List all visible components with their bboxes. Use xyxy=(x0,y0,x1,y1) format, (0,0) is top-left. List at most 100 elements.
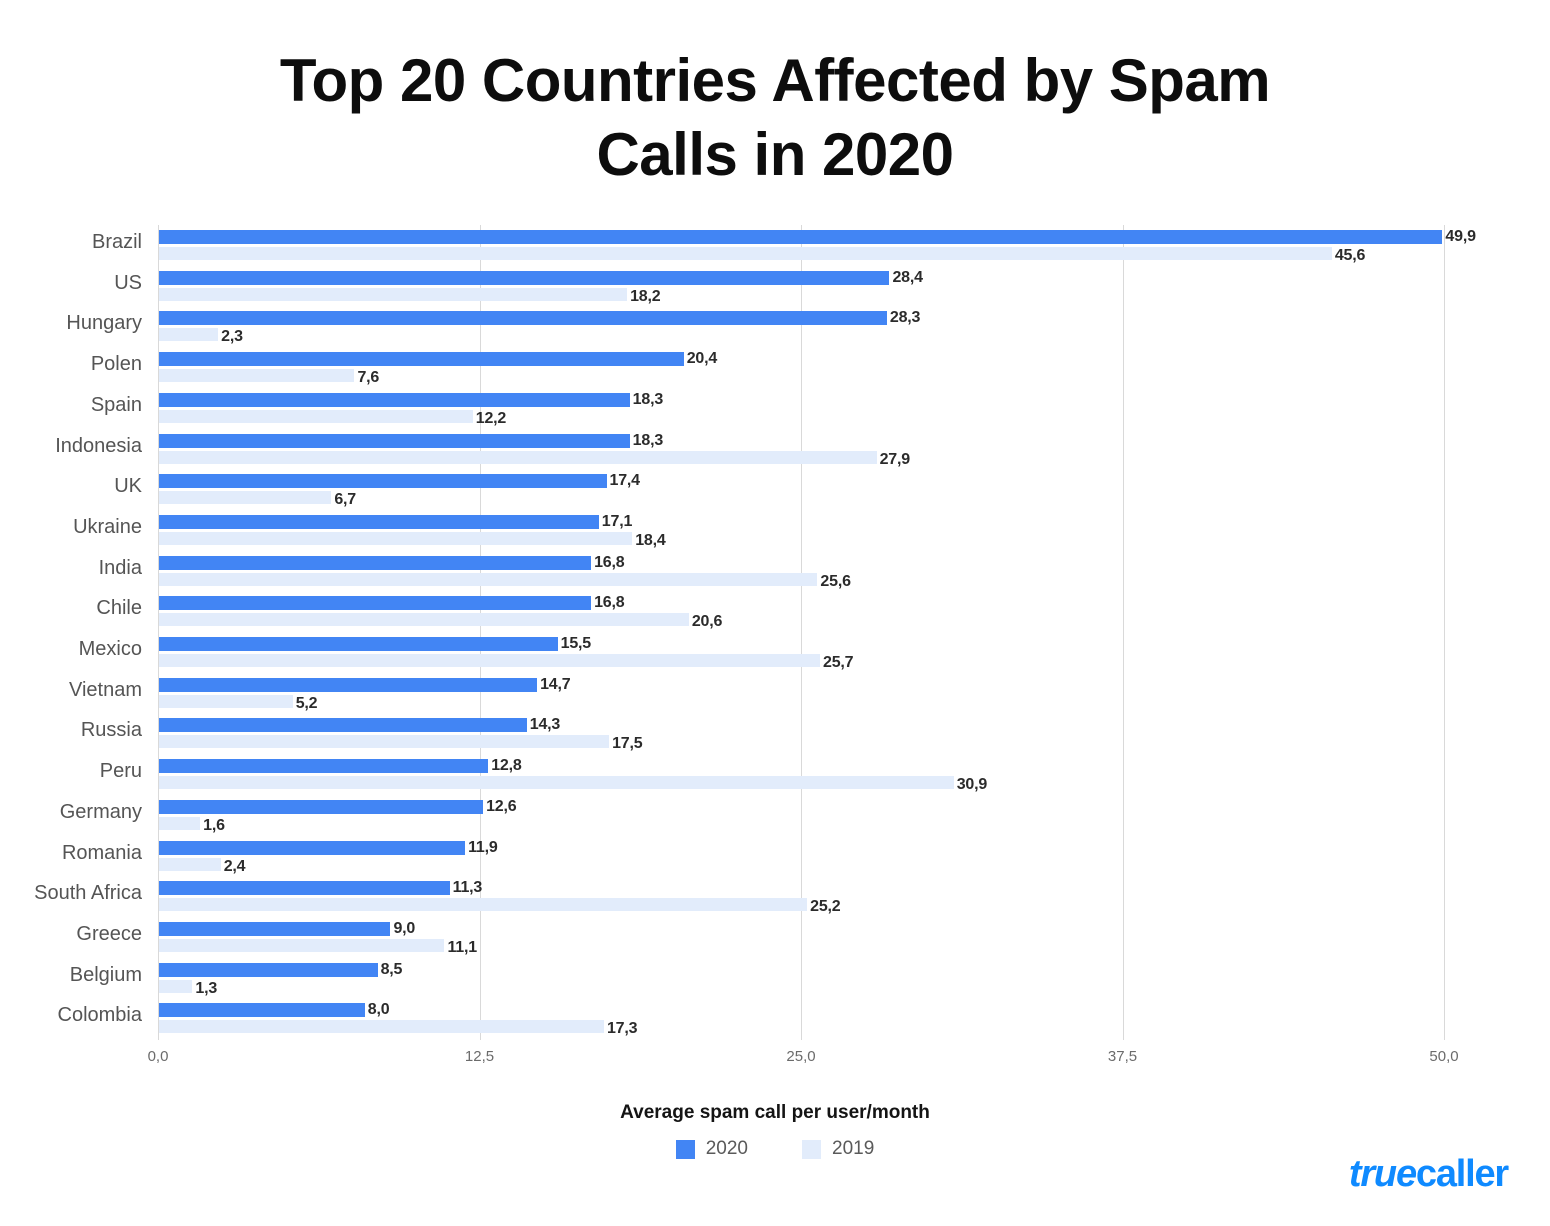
bar-2019-brazil[interactable]: 45,6 xyxy=(159,247,1365,264)
bar-value-label: 15,5 xyxy=(560,635,592,652)
category-label-chile: Chile xyxy=(96,597,142,620)
bar-row: India 16,8 25,6 xyxy=(99,551,1444,592)
bar-row: Mexico 15,5 25,7 xyxy=(79,632,1444,673)
legend: 2020 2019 xyxy=(0,1138,1550,1160)
bar-value-label: 1,6 xyxy=(203,816,225,834)
axis-caption: Average spam call per user/month xyxy=(620,1102,930,1123)
bar-2020-greece[interactable]: 9,0 xyxy=(159,920,415,937)
bar-2019-india[interactable]: 25,6 xyxy=(159,572,851,590)
bar-2020-uk[interactable]: 17,4 xyxy=(159,472,640,489)
bar-2019-russia[interactable]: 17,5 xyxy=(159,735,643,752)
category-label-india: India xyxy=(98,556,142,579)
bar-2019-uk[interactable]: 6,7 xyxy=(159,491,356,508)
bar-row: US 28,4 18,2 xyxy=(114,266,1444,307)
bar-2020-germany[interactable]: 12,6 xyxy=(159,798,517,815)
bar-row: Germany 12,6 1,6 xyxy=(60,795,1444,836)
bar-value-label: 28,4 xyxy=(892,268,923,286)
category-label-ukraine: Ukraine xyxy=(73,515,142,538)
bar-2019-indonesia[interactable]: 27,9 xyxy=(159,450,910,468)
bar-2019-belgium[interactable]: 1,3 xyxy=(159,979,217,997)
legend-label: 2020 xyxy=(705,1138,748,1159)
legend-label: 2019 xyxy=(832,1138,875,1159)
bar-2019-vietnam[interactable]: 5,2 xyxy=(159,694,318,712)
logo-text-caller: caller xyxy=(1415,1153,1509,1195)
bar-value-label: 16,8 xyxy=(594,594,625,612)
bar-2020-brazil[interactable]: 49,9 xyxy=(159,228,1476,245)
bar-2020-peru[interactable]: 12,8 xyxy=(159,757,522,774)
bar-2020-ukraine[interactable]: 17,1 xyxy=(159,513,632,530)
legend-item-2020[interactable]: 2020 xyxy=(675,1138,748,1160)
bar-2019-mexico[interactable]: 25,7 xyxy=(159,654,854,671)
bar-2020-colombia[interactable]: 8,0 xyxy=(159,1001,390,1018)
bar-value-label: 18,4 xyxy=(635,531,666,549)
bar-value-label: 1,3 xyxy=(195,979,218,997)
legend-item-2019[interactable]: 2019 xyxy=(802,1138,874,1160)
category-label-romania: Romania xyxy=(61,841,142,864)
bar-row: South Africa 11,3 25,2 xyxy=(34,876,1444,917)
bar-value-label: 11,9 xyxy=(468,838,498,856)
bar-value-label: 12,6 xyxy=(486,797,517,815)
x-tick-label: 25,0 xyxy=(786,1048,816,1065)
bar-value-label: 2,3 xyxy=(221,328,243,346)
bar-value-label: 11,3 xyxy=(452,879,483,897)
bar-value-label: 17,5 xyxy=(612,735,643,753)
bar-value-label: 17,1 xyxy=(601,512,633,530)
bar-2019-colombia[interactable]: 17,3 xyxy=(159,1020,637,1037)
bar-2019-romania[interactable]: 2,4 xyxy=(159,857,246,875)
category-label-hungary: Hungary xyxy=(66,312,142,335)
bar-2019-south-africa[interactable]: 25,2 xyxy=(159,898,841,915)
bar-2020-us[interactable]: 28,4 xyxy=(159,269,923,286)
bar-2020-indonesia[interactable]: 18,3 xyxy=(159,432,663,449)
bar-value-label: 11,1 xyxy=(447,938,477,956)
bar-value-label: 25,2 xyxy=(810,898,841,916)
bar-2020-belgium[interactable]: 8,5 xyxy=(159,961,402,978)
bar-2020-hungary[interactable]: 28,3 xyxy=(159,309,920,326)
bar-2020-south-africa[interactable]: 11,3 xyxy=(159,879,482,896)
bar-2019-us[interactable]: 18,2 xyxy=(159,287,661,305)
bar-2019-chile[interactable]: 20,6 xyxy=(159,613,722,630)
bar-row: Russia 14,3 17,5 xyxy=(81,713,1444,754)
bar-2019-germany[interactable]: 1,6 xyxy=(159,816,225,834)
bar-2020-russia[interactable]: 14,3 xyxy=(159,716,560,733)
bar-2020-polen[interactable]: 20,4 xyxy=(159,350,717,367)
bar-2020-india[interactable]: 16,8 xyxy=(159,554,625,571)
category-label-russia: Russia xyxy=(80,719,142,742)
bar-2019-polen[interactable]: 7,6 xyxy=(159,369,379,386)
bar-row: Hungary 28,3 2,3 xyxy=(66,306,1444,347)
bar-value-label: 14,7 xyxy=(540,675,571,693)
category-label-greece: Greece xyxy=(76,922,142,945)
bar-value-label: 8,0 xyxy=(367,1001,390,1019)
x-axis: 0,0 12,5 25,0 37,5 50,0 xyxy=(148,1040,1459,1070)
category-label-colombia: Colombia xyxy=(57,1004,142,1027)
bar-2020-mexico[interactable]: 15,5 xyxy=(159,635,591,652)
bar-row: Colombia 8,0 17,3 xyxy=(58,998,1444,1039)
category-label-vietnam: Vietnam xyxy=(68,678,142,701)
category-label-polen: Polen xyxy=(90,353,142,376)
bar-row: Belgium 8,5 1,3 xyxy=(70,958,1444,999)
category-label-spain: Spain xyxy=(90,393,142,416)
bar-row: Ukraine 17,1 18,4 xyxy=(73,510,1444,551)
bar-row: Indonesia 18,3 27,9 xyxy=(55,429,1444,470)
bar-2019-greece[interactable]: 11,1 xyxy=(159,938,477,956)
bar-2019-hungary[interactable]: 2,3 xyxy=(159,328,243,345)
bar-2020-romania[interactable]: 11,9 xyxy=(159,839,498,856)
category-label-us: US xyxy=(114,271,142,294)
bar-value-label: 49,9 xyxy=(1445,228,1476,245)
bar-value-label: 18,2 xyxy=(630,287,661,305)
bar-value-label: 14,3 xyxy=(529,716,561,734)
bar-value-label: 18,3 xyxy=(632,431,664,449)
bar-value-label: 45,6 xyxy=(1334,247,1366,264)
bar-2019-ukraine[interactable]: 18,4 xyxy=(159,531,666,549)
category-label-south-africa: South Africa xyxy=(34,882,142,905)
bar-2020-spain[interactable]: 18,3 xyxy=(159,391,663,408)
bar-2019-peru[interactable]: 30,9 xyxy=(159,776,987,793)
gridline-50-0 xyxy=(1444,225,1445,1040)
x-tick-label: 50,0 xyxy=(1429,1048,1459,1065)
bar-2020-vietnam[interactable]: 14,7 xyxy=(159,676,571,693)
category-label-brazil: Brazil xyxy=(91,231,142,253)
legend-swatch-2019 xyxy=(802,1139,821,1159)
bar-value-label: 27,9 xyxy=(879,450,911,468)
x-tick-label: 0,0 xyxy=(147,1048,169,1065)
bar-2020-chile[interactable]: 16,8 xyxy=(159,594,625,611)
bar-2019-spain[interactable]: 12,2 xyxy=(159,409,506,427)
